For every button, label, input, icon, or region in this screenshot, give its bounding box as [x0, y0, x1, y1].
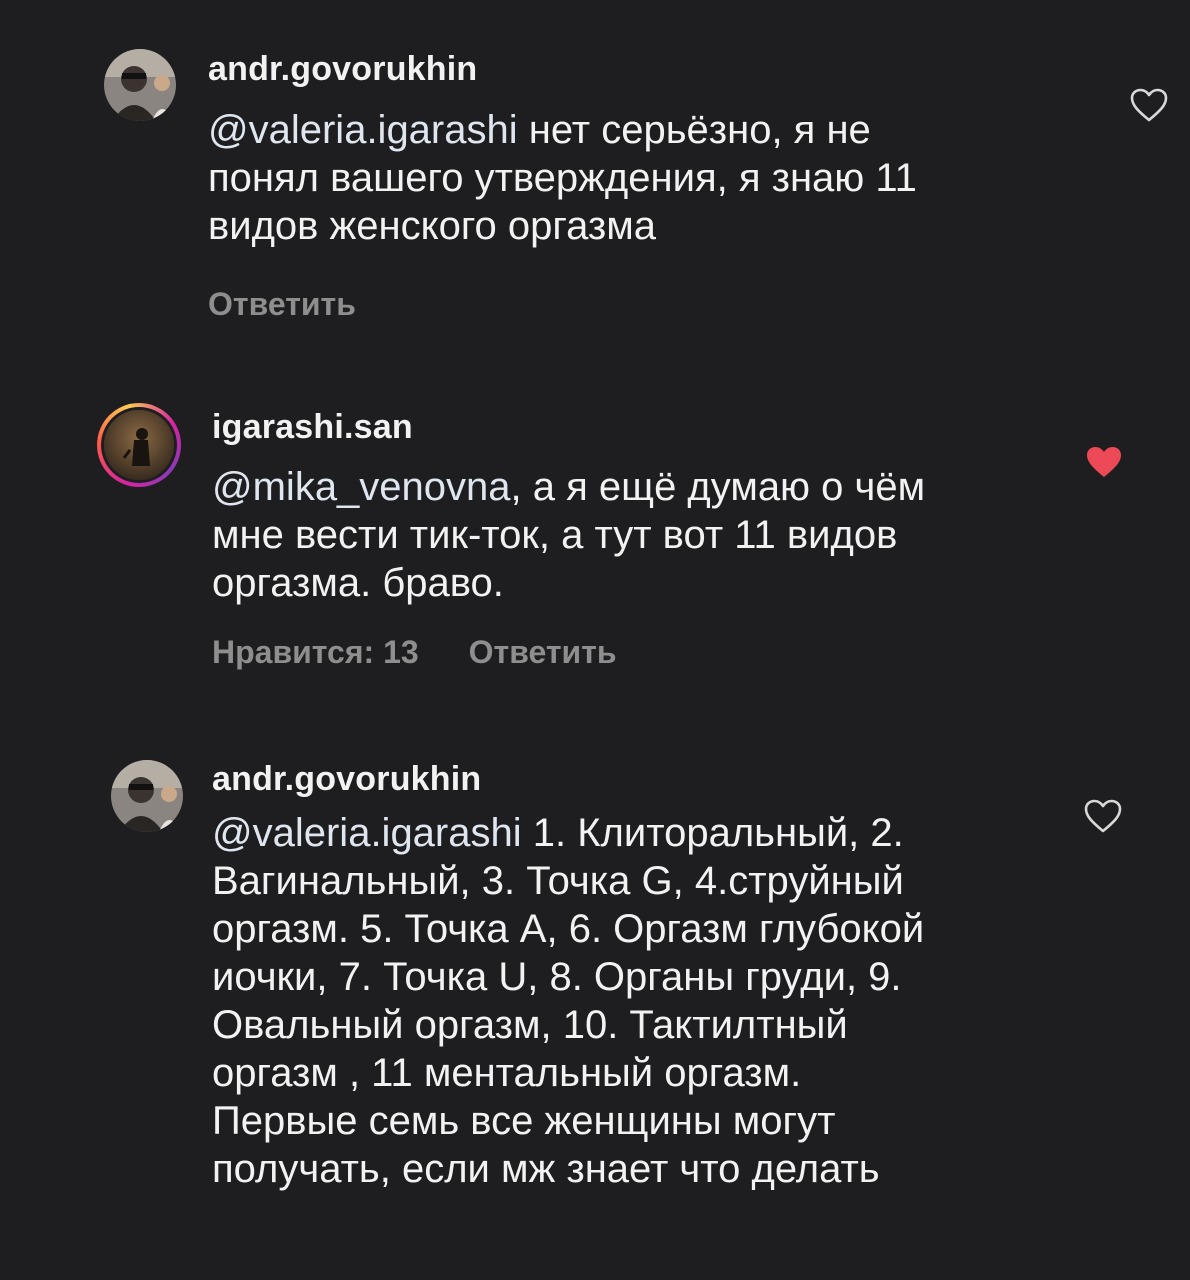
mention-link[interactable]: @valeria.igarashi: [212, 811, 522, 855]
comment-text-line: понял вашего утверждения, я знаю 11: [208, 156, 917, 200]
heart-outline-icon[interactable]: [1129, 87, 1169, 123]
comment-meta: Ответить: [208, 286, 406, 323]
mention-link[interactable]: @mika_venovna: [212, 465, 511, 509]
story-ring[interactable]: [97, 403, 181, 487]
comment-text-line: оргазма. браво.: [212, 561, 504, 605]
reply-button[interactable]: Ответить: [208, 286, 356, 322]
comment-text-line: Вагинальный, 3. Точка G, 4.струйный: [212, 859, 904, 903]
comment-username[interactable]: igarashi.san: [212, 408, 413, 447]
mention-link[interactable]: @valeria.igarashi: [208, 108, 518, 152]
avatar[interactable]: [111, 760, 183, 832]
comment-text: @valeria.igarashi нет серьёзно, я не пон…: [208, 106, 1088, 250]
avatar[interactable]: [104, 49, 176, 121]
heart-filled-icon[interactable]: [1084, 444, 1124, 480]
comment-text-line: видов женского оргазма: [208, 204, 656, 248]
heart-outline-icon[interactable]: [1083, 798, 1123, 834]
comment-text-line: нет серьёзно, я не: [517, 108, 871, 152]
comment-text-line: мне вести тик-ток, а тут вот 11 видов: [212, 513, 898, 557]
comment-text-line: получать, если мж знает что делать: [212, 1147, 880, 1191]
comment-username[interactable]: andr.govorukhin: [208, 50, 477, 89]
comment-text-line: Первые семь все женщины могут: [212, 1099, 836, 1143]
comment-text-line: оргазм , 11 ментальный оргазм.: [212, 1051, 802, 1095]
comment-text-line: , а я ещё думаю о чём: [510, 465, 926, 509]
comment-text: @mika_venovna, а я ещё думаю о чём мне в…: [212, 463, 1092, 607]
comment-2: igarashi.san @mika_venovna, а я ещё дума…: [0, 360, 1190, 720]
avatar: [104, 410, 174, 480]
comment-username[interactable]: andr.govorukhin: [212, 760, 481, 799]
comment-3: andr.govorukhin @valeria.igarashi 1. Кли…: [0, 720, 1190, 1280]
likes-count[interactable]: Нравится: 13: [212, 634, 419, 670]
comment-text: @valeria.igarashi 1. Клиторальный, 2. Ва…: [212, 809, 1092, 1193]
comment-text-line: 1. Клиторальный, 2.: [521, 811, 904, 855]
comment-meta: Нравится: 13 Ответить: [212, 634, 667, 671]
comment-text-line: Овальный оргазм, 10. Тактилтный: [212, 1003, 848, 1047]
comment-text-line: иочки, 7. Точка U, 8. Органы груди, 9.: [212, 955, 902, 999]
comment-1: andr.govorukhin @valeria.igarashi нет се…: [0, 0, 1190, 360]
reply-button[interactable]: Ответить: [469, 634, 617, 670]
comment-text-line: оргазм. 5. Точка А, 6. Оргазм глубокой: [212, 907, 925, 951]
